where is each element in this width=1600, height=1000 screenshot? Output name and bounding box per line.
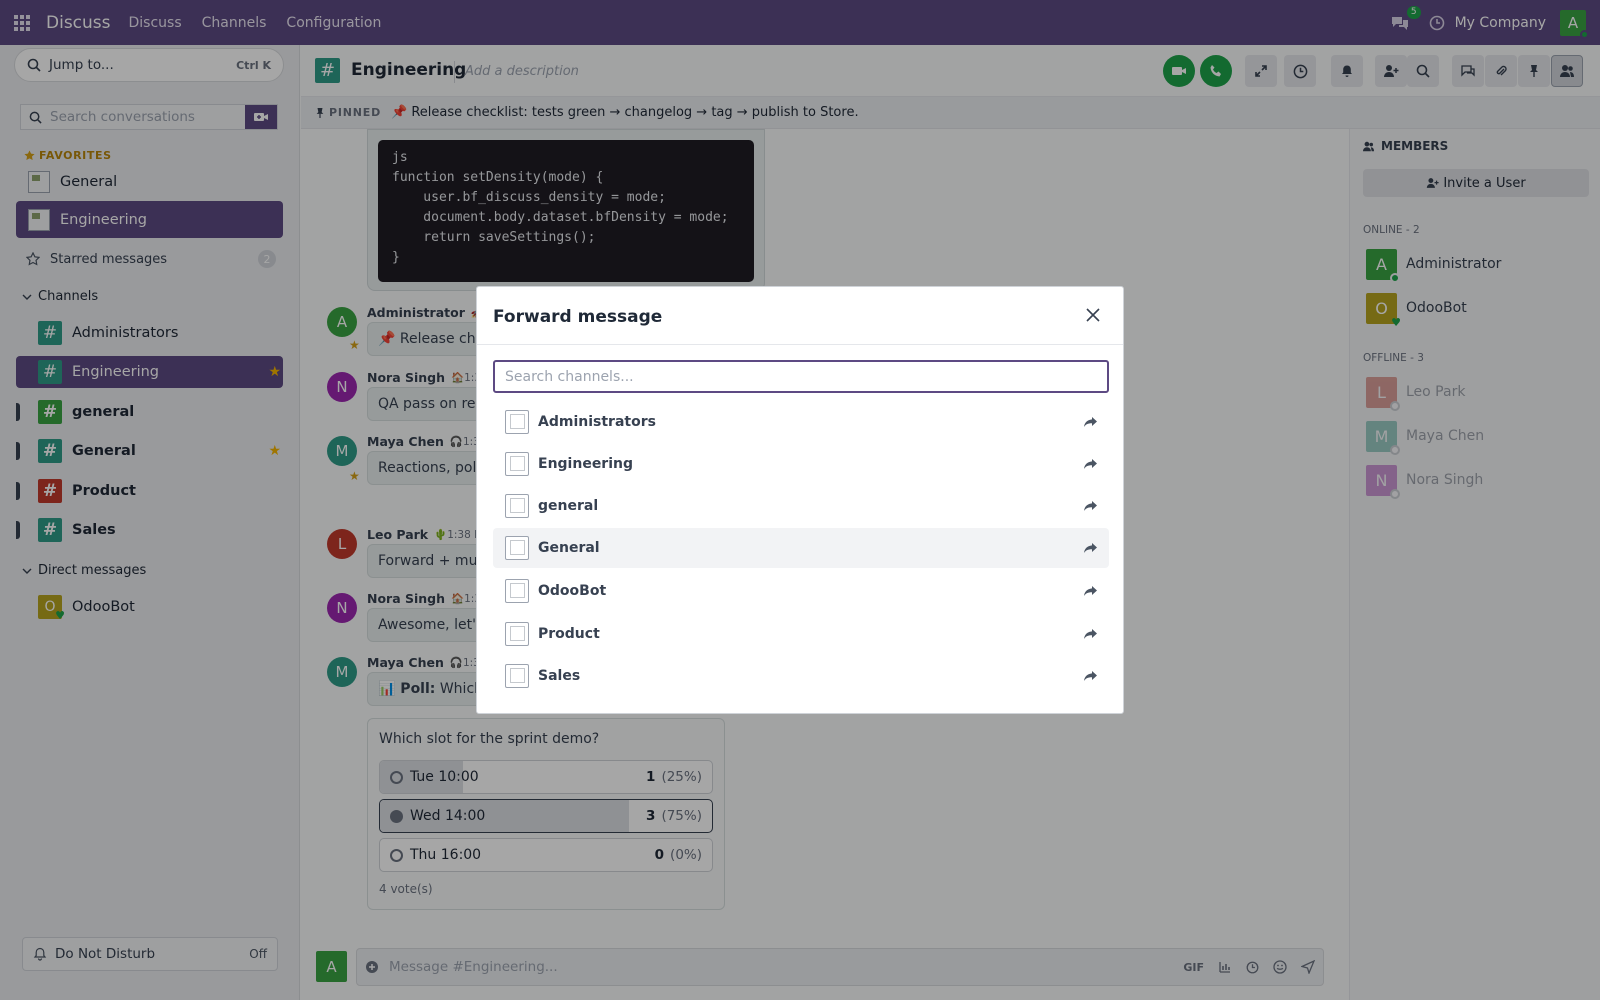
forward-arrow-icon[interactable] [1081, 497, 1099, 515]
dialog-title: Forward message [493, 307, 663, 327]
forward-arrow-icon[interactable] [1081, 539, 1099, 557]
close-icon [1086, 308, 1100, 322]
forward-arrow-icon[interactable] [1081, 413, 1099, 431]
select-checkbox[interactable] [505, 494, 529, 518]
target-name: Engineering [538, 456, 633, 472]
forward-arrow-icon[interactable] [1081, 667, 1099, 685]
forward-target-row[interactable]: Product [493, 614, 1109, 654]
forward-arrow-icon[interactable] [1081, 625, 1099, 643]
select-checkbox[interactable] [505, 536, 529, 560]
forward-target-row[interactable]: general [493, 486, 1109, 526]
search-channels-input[interactable] [493, 360, 1109, 393]
select-checkbox[interactable] [505, 664, 529, 688]
select-checkbox[interactable] [505, 622, 529, 646]
forward-target-row[interactable]: Administrators [493, 402, 1109, 442]
target-name: Product [538, 626, 600, 642]
target-name: Administrators [538, 414, 656, 430]
select-checkbox[interactable] [505, 579, 529, 603]
forward-target-row[interactable]: OdooBot [493, 571, 1109, 611]
dialog-divider [477, 344, 1123, 345]
select-checkbox[interactable] [505, 410, 529, 434]
select-checkbox[interactable] [505, 452, 529, 476]
target-name: General [538, 540, 600, 556]
forward-message-dialog: Forward message Administrators Engineeri… [476, 286, 1124, 714]
target-name: Sales [538, 668, 581, 684]
target-name: OdooBot [538, 583, 607, 599]
forward-target-row[interactable]: Sales [493, 656, 1109, 696]
forward-arrow-icon[interactable] [1081, 455, 1099, 473]
target-name: general [538, 498, 599, 514]
close-dialog-button[interactable] [1081, 303, 1105, 327]
forward-target-row[interactable]: Engineering [493, 444, 1109, 484]
forward-target-row[interactable]: General [493, 528, 1109, 568]
forward-arrow-icon[interactable] [1081, 582, 1099, 600]
